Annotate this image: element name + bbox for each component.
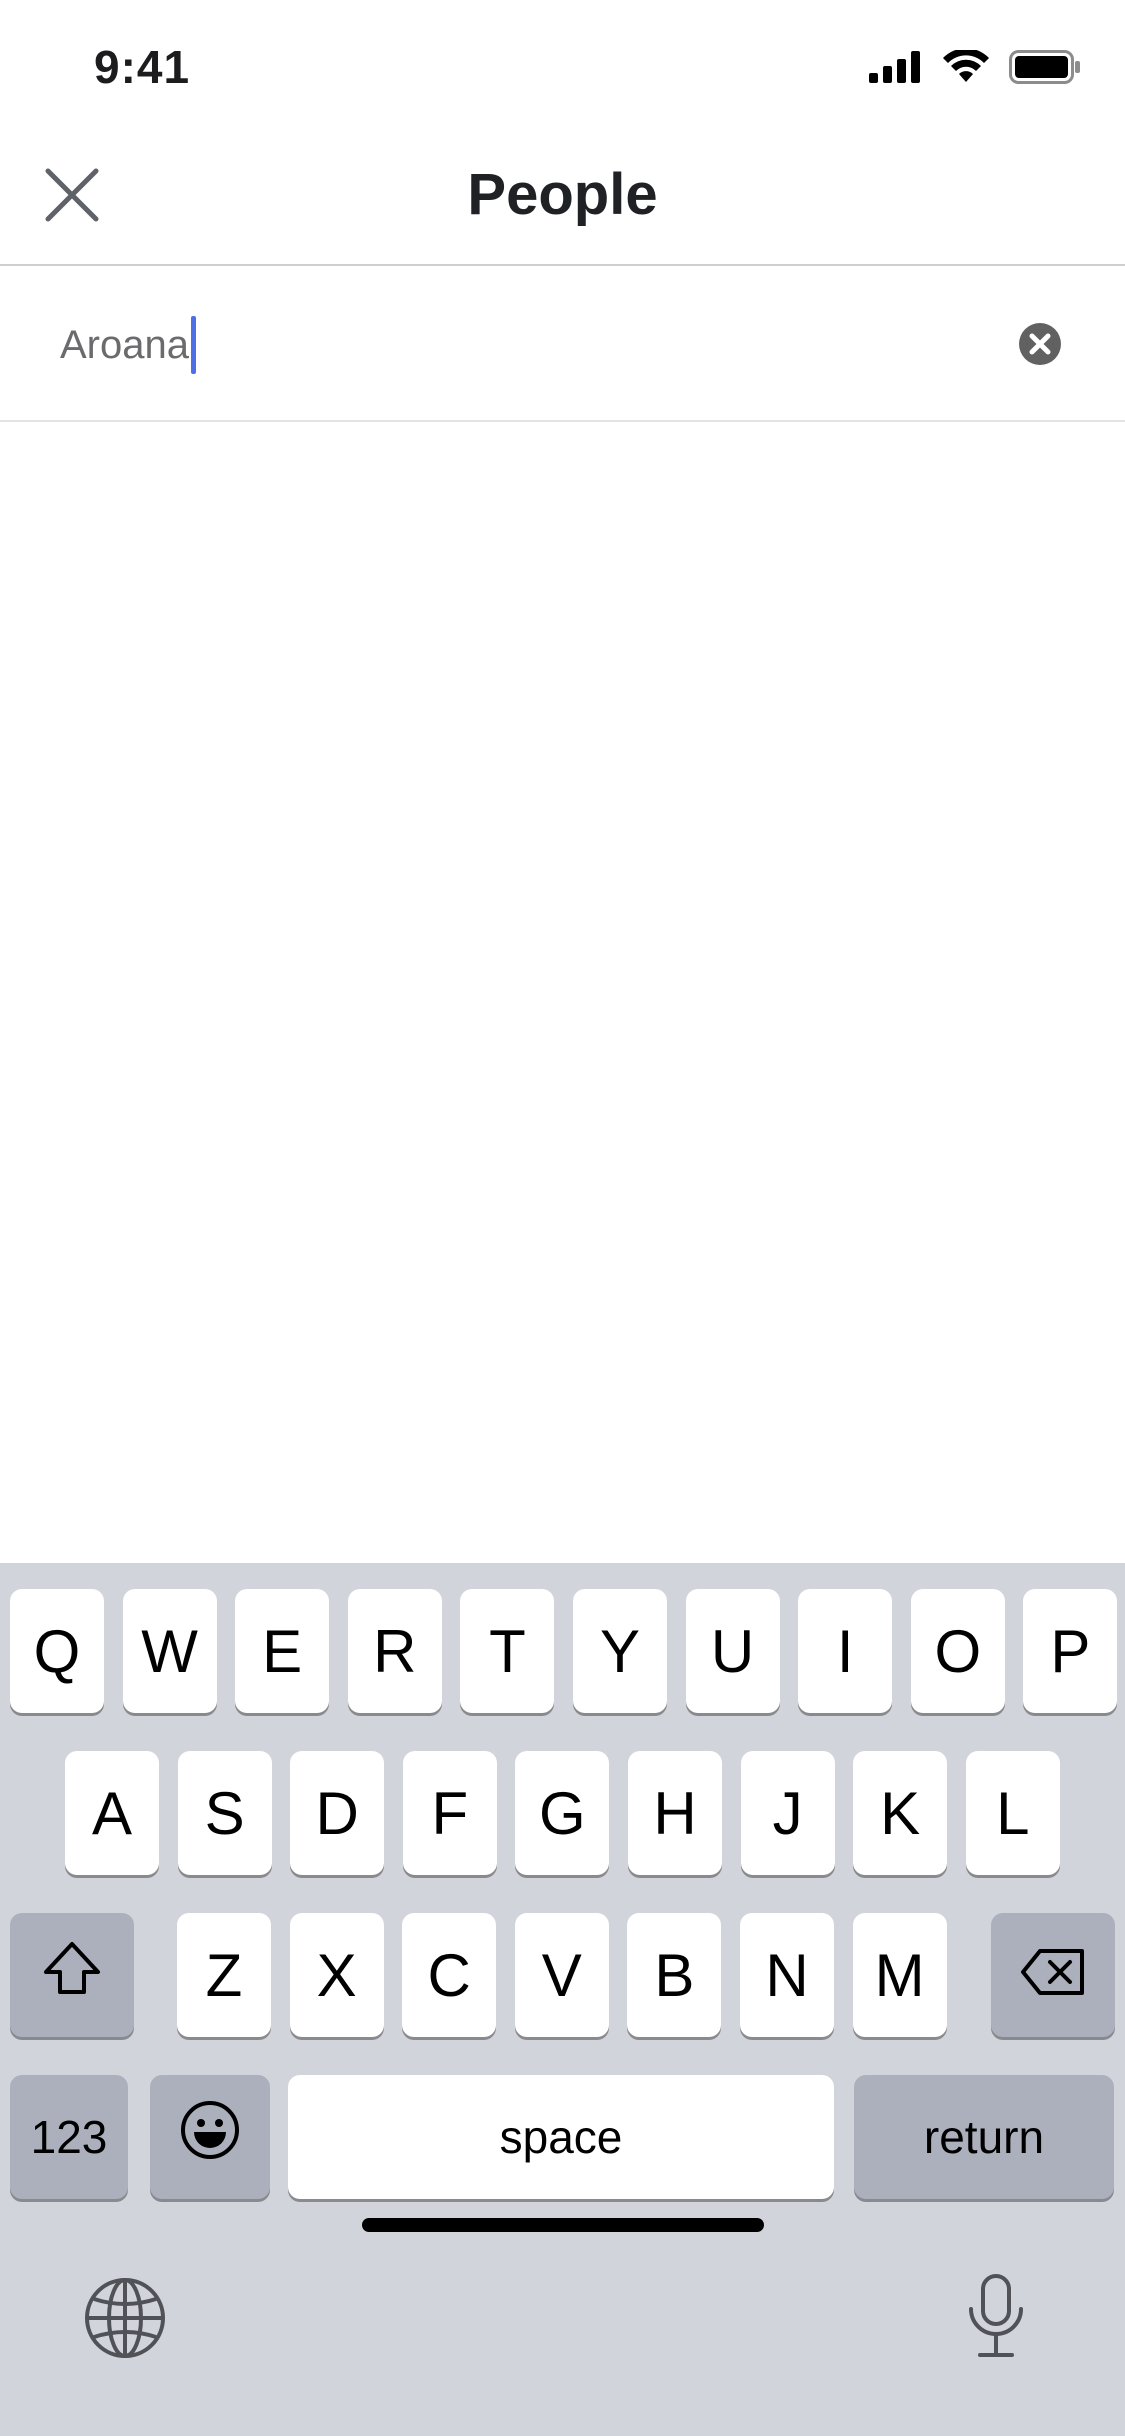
key-c[interactable]: C [402, 1913, 497, 2037]
key-o[interactable]: O [910, 1589, 1005, 1713]
key-b[interactable]: B [627, 1913, 722, 2037]
emoji-icon [179, 2099, 241, 2175]
dictation-button[interactable] [966, 2273, 1026, 2359]
globe-icon [84, 2278, 166, 2363]
status-icons [869, 48, 1081, 89]
key-r[interactable]: R [347, 1589, 442, 1713]
key-g[interactable]: G [515, 1751, 610, 1875]
key-q[interactable]: Q [10, 1589, 104, 1713]
microphone-icon [966, 2274, 1026, 2363]
key-h[interactable]: H [628, 1751, 722, 1875]
key-l[interactable]: L [965, 1751, 1060, 1875]
key-k[interactable]: K [853, 1751, 948, 1875]
wifi-icon [943, 48, 989, 89]
globe-button[interactable] [84, 2277, 166, 2359]
status-bar: 9:41 [0, 0, 1125, 135]
battery-icon [1009, 50, 1081, 89]
search-input-text: Aroana [60, 322, 189, 367]
key-d[interactable]: D [290, 1751, 385, 1875]
key-n[interactable]: N [740, 1913, 834, 2037]
key-f[interactable]: F [402, 1751, 497, 1875]
key-s[interactable]: S [177, 1751, 272, 1875]
home-indicator [362, 2218, 764, 2232]
key-y[interactable]: Y [573, 1589, 667, 1713]
emoji-key[interactable] [150, 2075, 270, 2199]
key-m[interactable]: M [852, 1913, 947, 2037]
keyboard: QWERTYUIOP ASDFGHJKL ZXCVBNM 123 space r… [0, 1563, 1125, 2436]
shift-icon [42, 1940, 102, 2010]
key-p[interactable]: P [1023, 1589, 1118, 1713]
backspace-key[interactable] [991, 1913, 1115, 2037]
key-u[interactable]: U [685, 1589, 780, 1713]
page-title: People [467, 162, 658, 227]
cellular-signal-icon [869, 51, 923, 88]
numbers-key[interactable]: 123 [10, 2075, 128, 2199]
nav-bar: People [0, 135, 1125, 266]
key-i[interactable]: I [798, 1589, 893, 1713]
key-j[interactable]: J [740, 1751, 835, 1875]
return-key[interactable]: return [854, 2075, 1114, 2199]
shift-key[interactable] [10, 1913, 134, 2037]
key-v[interactable]: V [514, 1913, 609, 2037]
backspace-icon [1020, 1941, 1086, 2010]
key-e[interactable]: E [235, 1589, 330, 1713]
clear-circle-icon [1018, 323, 1062, 370]
search-row[interactable]: Aroana [0, 266, 1125, 422]
key-t[interactable]: T [460, 1589, 555, 1713]
status-time: 9:41 [94, 41, 191, 93]
space-key[interactable]: space [288, 2075, 834, 2199]
text-caret [190, 316, 196, 374]
key-a[interactable]: A [65, 1751, 159, 1875]
key-w[interactable]: W [122, 1589, 217, 1713]
key-z[interactable]: Z [177, 1913, 271, 2037]
search-input[interactable]: Aroana [60, 316, 196, 374]
clear-search-button[interactable] [1018, 322, 1062, 366]
key-x[interactable]: X [289, 1913, 384, 2037]
